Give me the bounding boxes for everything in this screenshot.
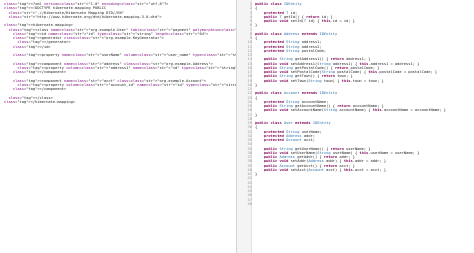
xml-editor-pane[interactable]: class="tag"><?xml version=class="str">"1…	[0, 0, 236, 253]
code-line: 48	[248, 202, 474, 206]
code-line: class="tag"></hibernate-mapping>	[4, 100, 236, 104]
java-code-area[interactable]: 1 public class IDEntity 2{3 protected T id…	[248, 0, 474, 253]
code-text: class="tag"></hibernate-mapping>	[4, 99, 76, 104]
xml-code-area[interactable]: class="tag"><?xml version=class="str">"1…	[0, 0, 236, 104]
line-number: 48	[247, 201, 252, 206]
java-editor-pane[interactable]: 1 public class IDEntity 2{3 protected T id…	[237, 0, 474, 253]
code-editor: class="tag"><?xml version=class="str">"1…	[0, 0, 474, 253]
